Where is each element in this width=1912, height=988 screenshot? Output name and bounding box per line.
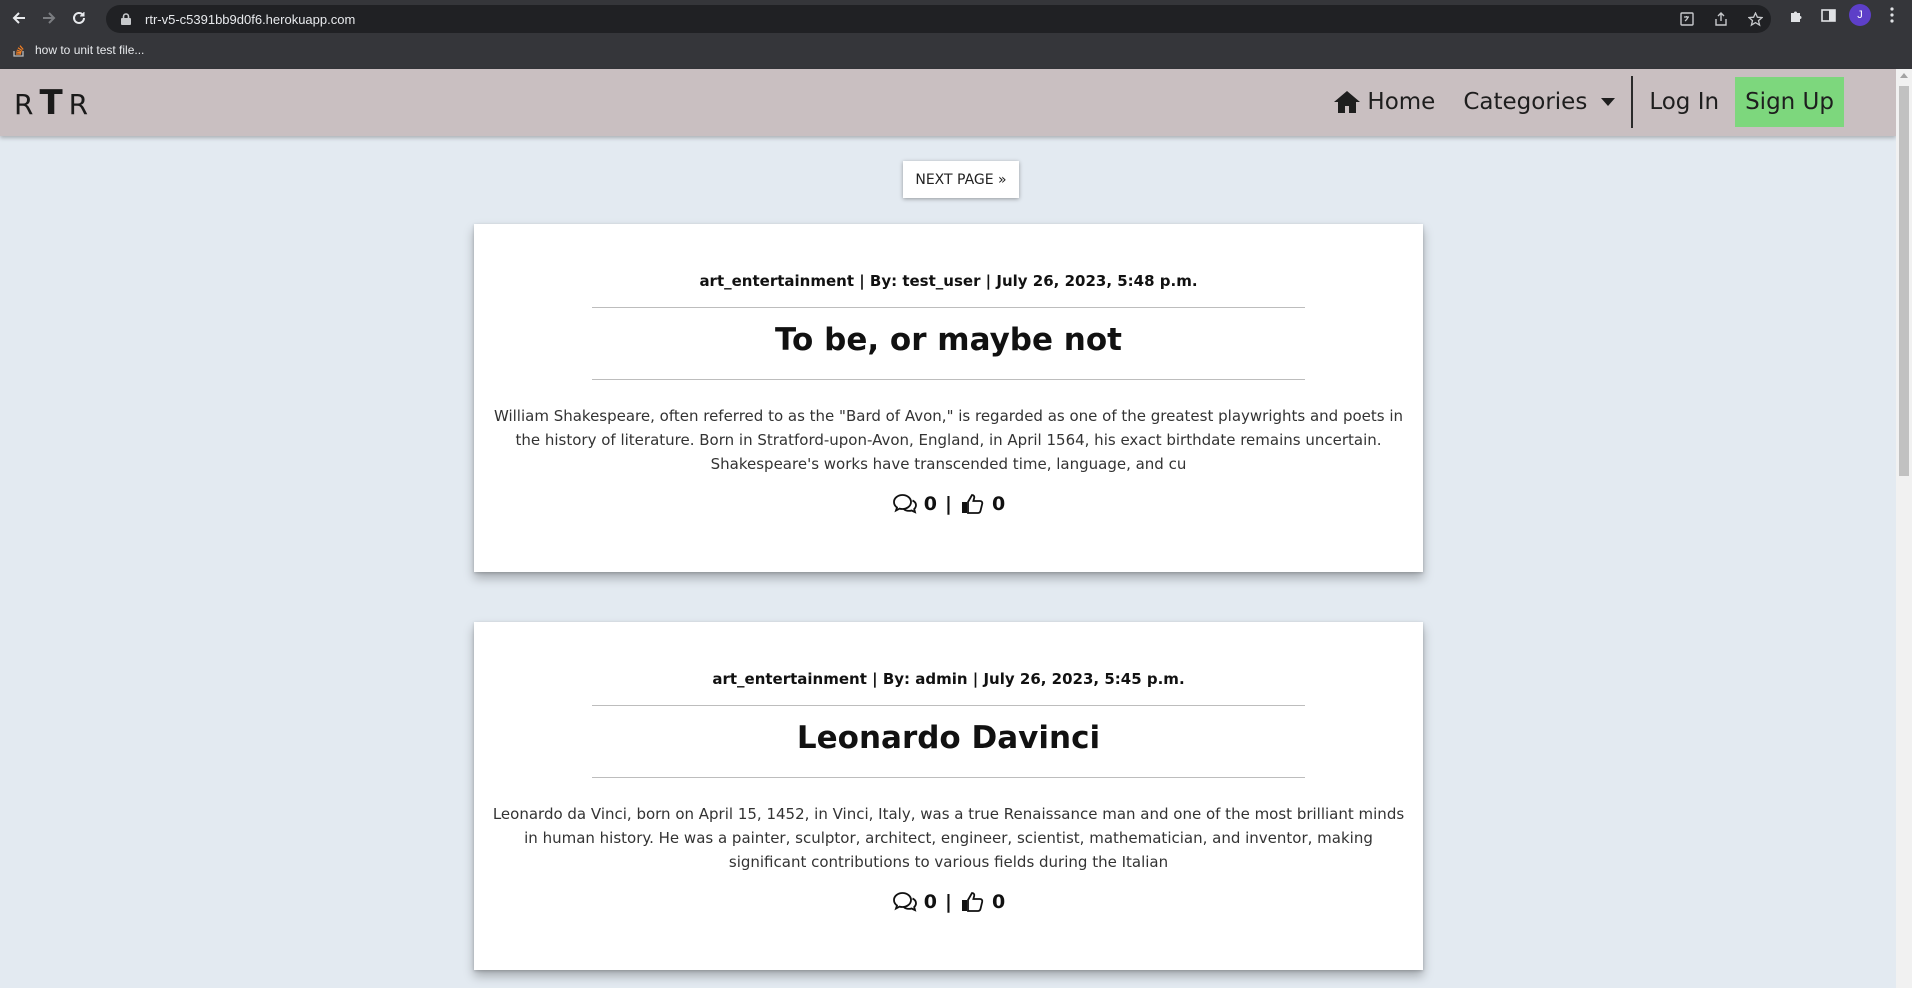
translate-icon[interactable]: [1677, 9, 1697, 29]
likes-count: 0: [991, 891, 1006, 913]
menu-kebab-icon[interactable]: [1881, 4, 1903, 26]
caret-down-icon: [1601, 98, 1616, 106]
bookmark-star-icon[interactable]: [1745, 9, 1765, 29]
categories-label: Categories: [1463, 89, 1588, 115]
post-stats: 0 | 0: [474, 891, 1423, 913]
categories-dropdown[interactable]: Categories: [1449, 77, 1629, 127]
comments-icon: [892, 892, 917, 912]
bookmarks-bar: how to unit test file...: [0, 38, 1912, 62]
post-card[interactable]: art_entertainment | By: admin | July 26,…: [474, 622, 1423, 970]
brand-letter-left: R: [14, 88, 40, 121]
post-excerpt: William Shakespeare, often referred to a…: [493, 407, 1404, 473]
thumbs-up-icon: [961, 494, 984, 514]
post-title[interactable]: Leonardo Davinci: [474, 720, 1423, 756]
home-label: Home: [1367, 89, 1436, 115]
lock-icon: [118, 11, 134, 27]
browser-toolbar: rtr-v5-c5391bb9d0f6.herokuapp.com J: [0, 0, 1912, 36]
page-scrollbar[interactable]: [1896, 69, 1912, 988]
signup-label: Sign Up: [1745, 89, 1834, 115]
side-panel-icon[interactable]: [1817, 4, 1839, 26]
scroll-up-arrow-icon[interactable]: [1900, 73, 1908, 78]
brand-logo[interactable]: RTR: [14, 83, 94, 123]
comments-icon: [892, 494, 917, 514]
profile-avatar[interactable]: J: [1849, 4, 1871, 26]
site-navbar: RTR Home Categories Log In Sign Up: [0, 69, 1896, 136]
url-text: rtr-v5-c5391bb9d0f6.herokuapp.com: [145, 11, 356, 27]
extensions-puzzle-icon[interactable]: [1785, 4, 1807, 26]
bookmark-label: how to unit test file...: [35, 43, 145, 57]
login-link[interactable]: Log In: [1635, 77, 1733, 127]
bookmark-item[interactable]: how to unit test file...: [12, 43, 144, 57]
reload-icon[interactable]: [64, 3, 94, 33]
nav-divider: [1631, 76, 1634, 128]
home-link[interactable]: Home: [1319, 77, 1449, 127]
post-meta: art_entertainment | By: admin | July 26,…: [712, 670, 1185, 688]
brand-letter-mid: T: [39, 83, 69, 123]
login-label: Log In: [1649, 89, 1720, 115]
nav-links: Home Categories Log In Sign Up: [1319, 76, 1844, 128]
brand-letter-right: R: [68, 88, 95, 121]
divider-line: [592, 379, 1305, 380]
divider-line: [592, 777, 1305, 778]
post-meta: art_entertainment | By: test_user | July…: [699, 272, 1198, 290]
stats-separator: |: [945, 493, 952, 515]
post-stats: 0 | 0: [474, 493, 1423, 515]
signup-link[interactable]: Sign Up: [1735, 77, 1844, 127]
post-card[interactable]: art_entertainment | By: test_user | July…: [474, 224, 1423, 572]
share-icon[interactable]: [1711, 9, 1731, 29]
back-arrow-icon[interactable]: [4, 3, 34, 33]
address-bar[interactable]: rtr-v5-c5391bb9d0f6.herokuapp.com: [106, 5, 1771, 33]
stackoverflow-icon: [13, 45, 24, 57]
forward-arrow-icon[interactable]: [34, 3, 64, 33]
comments-count: 0: [923, 493, 938, 515]
likes-count: 0: [991, 493, 1006, 515]
divider-line: [592, 307, 1305, 308]
browser-chrome: rtr-v5-c5391bb9d0f6.herokuapp.com J how …: [0, 0, 1912, 69]
next-page-button[interactable]: NEXT PAGE »: [903, 161, 1019, 198]
divider-line: [592, 705, 1305, 706]
post-excerpt: Leonardo da Vinci, born on April 15, 145…: [492, 805, 1405, 871]
home-icon: [1334, 91, 1361, 113]
post-title[interactable]: To be, or maybe not: [474, 322, 1423, 358]
comments-count: 0: [923, 891, 938, 913]
stats-separator: |: [945, 891, 952, 913]
scrollbar-thumb[interactable]: [1899, 86, 1909, 476]
thumbs-up-icon: [961, 892, 984, 912]
